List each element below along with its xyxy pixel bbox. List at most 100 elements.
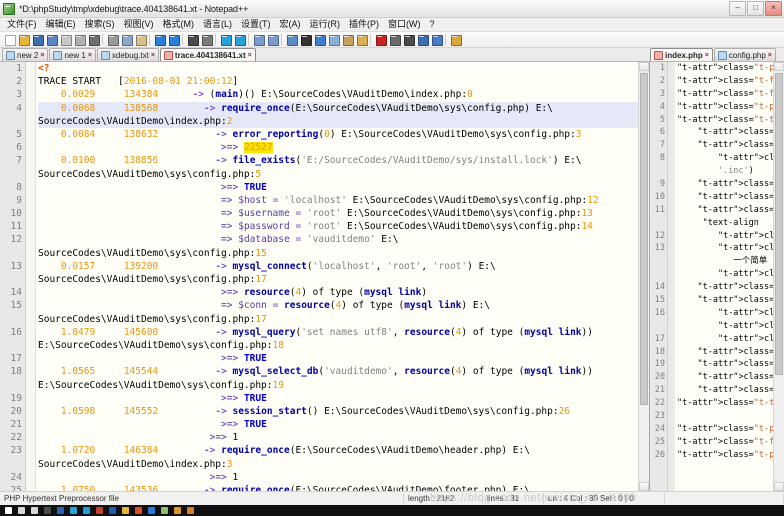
code-area-left[interactable]: <? TRACE START [2016-08-01 21:00:12] 0.00… bbox=[36, 62, 649, 491]
open-file-icon[interactable] bbox=[17, 33, 30, 46]
find-icon[interactable] bbox=[186, 33, 199, 46]
word-wrap-icon[interactable] bbox=[266, 33, 279, 46]
line-number: 3 bbox=[659, 88, 665, 99]
line-number: 15 bbox=[10, 300, 22, 312]
notepadpp-icon[interactable] bbox=[161, 507, 168, 514]
vertical-scrollbar-left[interactable] bbox=[638, 62, 649, 491]
scroll-thumb[interactable] bbox=[775, 73, 783, 375]
function-list-icon[interactable] bbox=[341, 33, 354, 46]
macro-stop-icon[interactable] bbox=[388, 33, 401, 46]
new-file-icon[interactable] bbox=[3, 33, 16, 46]
menu-item-4[interactable]: 格式(M) bbox=[159, 18, 200, 31]
store-icon[interactable] bbox=[57, 507, 64, 514]
tab-config-php[interactable]: config.php × bbox=[713, 48, 776, 61]
chat-icon[interactable] bbox=[187, 507, 194, 514]
menu-item-10[interactable]: 窗口(W) bbox=[384, 18, 426, 31]
macro-play-icon[interactable] bbox=[402, 33, 415, 46]
firefox-icon[interactable] bbox=[148, 507, 155, 514]
menu-item-6[interactable]: 设置(T) bbox=[237, 18, 276, 31]
print-icon[interactable] bbox=[87, 33, 100, 46]
tab-close-icon[interactable]: × bbox=[705, 52, 709, 59]
user-lang-icon[interactable] bbox=[313, 33, 326, 46]
doc-map-icon[interactable] bbox=[327, 33, 340, 46]
line-number: 5 bbox=[659, 114, 665, 125]
chrome-icon[interactable] bbox=[135, 507, 142, 514]
scroll-up-arrow[interactable] bbox=[774, 62, 784, 71]
redo-icon[interactable] bbox=[167, 33, 180, 46]
copy-icon[interactable] bbox=[120, 33, 133, 46]
close-all-icon[interactable] bbox=[73, 33, 86, 46]
menu-item-11[interactable]: ? bbox=[426, 18, 440, 31]
photos-icon[interactable] bbox=[70, 507, 77, 514]
scroll-up-arrow[interactable] bbox=[639, 62, 649, 71]
menu-item-2[interactable]: 搜索(S) bbox=[81, 18, 120, 31]
tab-close-icon[interactable]: × bbox=[248, 52, 252, 59]
line-number: 11 bbox=[654, 204, 665, 215]
close-button[interactable]: × bbox=[765, 1, 782, 16]
replace-icon[interactable] bbox=[200, 33, 213, 46]
tab-xdebug-txt[interactable]: xdebug.txt × bbox=[96, 48, 159, 61]
code-line: >=> 22527 bbox=[221, 142, 273, 154]
office-icon[interactable] bbox=[96, 507, 103, 514]
save-all-icon[interactable] bbox=[45, 33, 58, 46]
menu-item-5[interactable]: 语言(L) bbox=[199, 18, 237, 31]
folder-icon[interactable] bbox=[122, 507, 129, 514]
sync-scroll-icon[interactable] bbox=[252, 33, 265, 46]
menu-item-7[interactable]: 宏(A) bbox=[276, 18, 306, 31]
folder-workspace-icon[interactable] bbox=[355, 33, 368, 46]
run-icon[interactable] bbox=[449, 33, 462, 46]
cut-icon[interactable] bbox=[106, 33, 119, 46]
line-number bbox=[0, 168, 22, 181]
image-icon[interactable] bbox=[174, 507, 181, 514]
show-all-chars-icon[interactable] bbox=[285, 33, 298, 46]
close-icon[interactable] bbox=[59, 33, 72, 46]
menu-item-1[interactable]: 编辑(E) bbox=[42, 18, 81, 31]
indent-guide-icon[interactable] bbox=[299, 33, 312, 46]
tab-new-2[interactable]: new 2 × bbox=[2, 48, 49, 61]
task-view-icon[interactable] bbox=[31, 507, 38, 514]
vertical-scrollbar-right[interactable] bbox=[773, 62, 784, 491]
tab-index-php[interactable]: index.php × bbox=[650, 48, 713, 61]
search-icon[interactable] bbox=[18, 507, 25, 514]
notepadpp-icon bbox=[3, 2, 15, 15]
line-number bbox=[650, 268, 665, 281]
menu-item-0[interactable]: 文件(F) bbox=[3, 18, 42, 31]
code-line: 0.0068 138568 -> require_once(E:\SourceC… bbox=[38, 101, 649, 115]
macro-record-icon[interactable] bbox=[374, 33, 387, 46]
editor-icon[interactable] bbox=[109, 507, 116, 514]
macro-save-icon[interactable] bbox=[416, 33, 429, 46]
line-number: 4 bbox=[659, 101, 665, 112]
zoom-in-icon[interactable] bbox=[219, 33, 232, 46]
tab-close-icon[interactable]: × bbox=[768, 52, 772, 59]
code-area-right[interactable]: "t-attr">class="t-php"><?php "t-attr">cla… bbox=[675, 62, 784, 491]
scroll-thumb[interactable] bbox=[640, 73, 648, 405]
mail-icon[interactable] bbox=[83, 507, 90, 514]
paste-icon[interactable] bbox=[134, 33, 147, 46]
tab-trace-404138641-xt[interactable]: trace.404138641.xt × bbox=[159, 48, 256, 61]
undo-icon[interactable] bbox=[153, 33, 166, 46]
tab-close-icon[interactable]: × bbox=[151, 52, 155, 59]
menu-item-3[interactable]: 视图(V) bbox=[120, 18, 159, 31]
code-line: SourceCodes\VAuditDemo\sys\config.php:17 bbox=[38, 313, 267, 325]
start-button[interactable] bbox=[5, 507, 12, 514]
save-icon[interactable] bbox=[31, 33, 44, 46]
scroll-down-arrow[interactable] bbox=[774, 482, 784, 491]
line-number bbox=[0, 273, 22, 286]
tab-close-icon[interactable]: × bbox=[40, 52, 44, 59]
line-number: 23 bbox=[10, 445, 22, 457]
line-number: 12 bbox=[10, 234, 22, 246]
scroll-down-arrow[interactable] bbox=[639, 482, 649, 491]
minimize-button[interactable]: – bbox=[729, 1, 746, 16]
macro-run-multi-icon[interactable] bbox=[430, 33, 443, 46]
zoom-out-icon[interactable] bbox=[233, 33, 246, 46]
toolbar-separator bbox=[248, 34, 249, 45]
browser-icon[interactable] bbox=[44, 507, 51, 514]
menu-item-8[interactable]: 运行(R) bbox=[306, 18, 346, 31]
tab-new-1[interactable]: new 1 × bbox=[49, 48, 96, 61]
maximize-button[interactable]: □ bbox=[747, 1, 764, 16]
tab-label: new 2 bbox=[17, 50, 39, 60]
line-number: 25 bbox=[10, 485, 22, 491]
line-number: 10 bbox=[654, 191, 665, 202]
menu-item-9[interactable]: 插件(P) bbox=[345, 18, 384, 31]
tab-close-icon[interactable]: × bbox=[88, 52, 92, 59]
